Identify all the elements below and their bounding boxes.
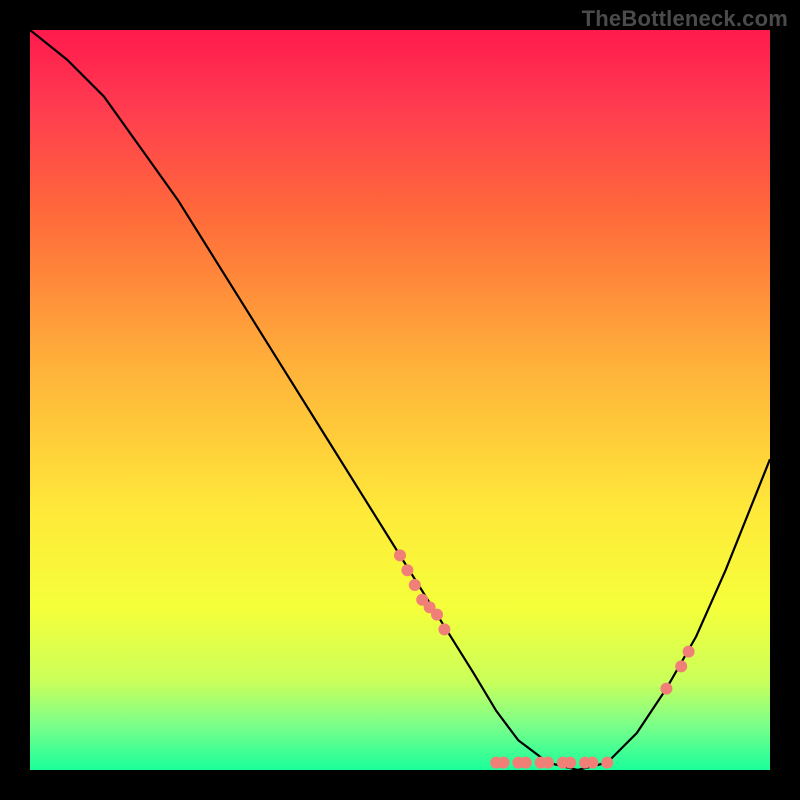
data-point (601, 757, 613, 769)
data-point (586, 757, 598, 769)
data-point (394, 549, 406, 561)
data-point (409, 579, 421, 591)
bottleneck-curve (30, 30, 770, 770)
data-point (542, 757, 554, 769)
bottleneck-chart (30, 30, 770, 770)
data-point (498, 757, 510, 769)
data-point (683, 646, 695, 658)
data-point (564, 757, 576, 769)
data-point (520, 757, 532, 769)
watermark-text: TheBottleneck.com (582, 6, 788, 32)
data-point (431, 609, 443, 621)
data-points (394, 549, 695, 768)
data-point (438, 623, 450, 635)
data-point (401, 564, 413, 576)
data-point (675, 660, 687, 672)
data-point (660, 683, 672, 695)
